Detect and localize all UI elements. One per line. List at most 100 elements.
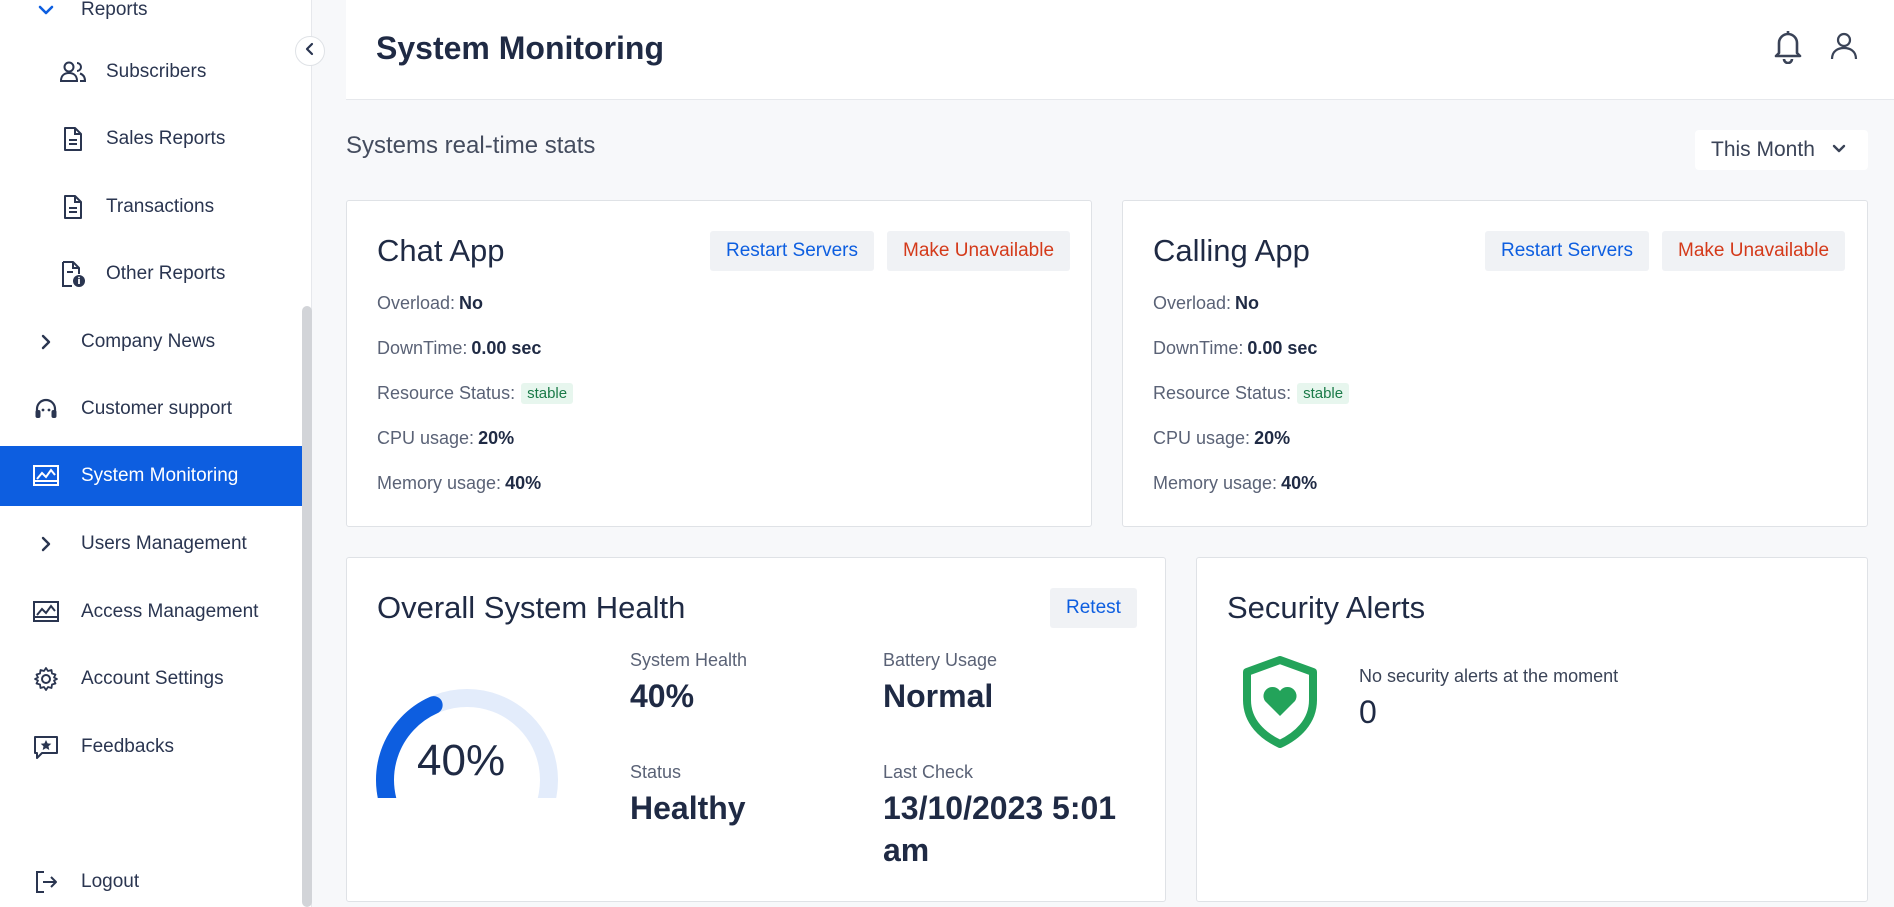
sidebar-item-label: Sales Reports [106, 128, 226, 149]
period-select-value: This Month [1711, 138, 1815, 161]
chart-monitor-icon [31, 461, 61, 491]
security-alerts-card: Security Alerts No security alerts at th… [1196, 557, 1868, 902]
resource-status-stat: Resource Status: stable [1153, 383, 1350, 404]
sidebar-collapse-button[interactable] [295, 36, 325, 66]
page-title: System Monitoring [376, 30, 665, 66]
status-badge: stable [521, 383, 574, 404]
restart-servers-button[interactable]: Restart Servers [710, 231, 874, 271]
sidebar-item-users-management[interactable]: Users Management [0, 514, 300, 574]
stat-label: DownTime: [377, 338, 468, 358]
gauge-value: 40% [417, 736, 506, 785]
document-icon [58, 192, 88, 222]
make-unavailable-button[interactable]: Make Unavailable [1662, 231, 1846, 271]
sidebar-item-reports[interactable]: Reports [0, 0, 300, 40]
stat-label: Memory usage: [1153, 473, 1278, 493]
stat-label: CPU usage: [1153, 428, 1251, 448]
stat-label: Overload: [377, 293, 456, 313]
stat-label: Overload: [1153, 293, 1232, 313]
chevron-right-icon [31, 327, 61, 357]
system-health-card: Overall System Health Retest 40% System … [346, 557, 1166, 902]
period-select[interactable]: This Month [1695, 130, 1868, 170]
resource-status-stat: Resource Status: stable [377, 383, 574, 404]
sidebar-item-transactions[interactable]: Transactions [0, 177, 300, 237]
status-label: Status [630, 762, 682, 782]
card-title: Chat App [377, 233, 505, 268]
sidebar-item-company-news[interactable]: Company News [0, 312, 300, 372]
battery-usage-value: Normal [883, 678, 994, 714]
shield-heart-icon [1243, 656, 1317, 753]
last-check-label: Last Check [883, 762, 974, 782]
sidebar-item-system-monitoring[interactable]: System Monitoring [0, 446, 303, 506]
users-icon [58, 57, 88, 87]
sidebar-item-label: Reports [81, 0, 148, 20]
stat-label: Memory usage: [377, 473, 502, 493]
sidebar-item-label: Logout [81, 871, 140, 892]
user-icon[interactable] [1826, 28, 1862, 64]
sidebar-item-label: Account Settings [81, 668, 224, 689]
calling-app-card: Calling App Restart Servers Make Unavail… [1122, 200, 1868, 527]
stat-value: 0.00 sec [471, 338, 542, 358]
chevron-down-icon [31, 0, 61, 25]
downtime-stat: DownTime: 0.00 sec [1153, 338, 1317, 359]
card-title: Calling App [1153, 233, 1310, 268]
cpu-usage-stat: CPU usage: 20% [1153, 428, 1290, 449]
card-title: Security Alerts [1227, 590, 1426, 625]
cpu-usage-stat: CPU usage: 20% [377, 428, 514, 449]
chart-monitor-icon [31, 597, 61, 627]
stat-value: 20% [478, 428, 515, 448]
sidebar-item-access-management[interactable]: Access Management [0, 582, 300, 642]
memory-usage-stat: Memory usage: 40% [377, 473, 541, 494]
system-health-label: System Health [630, 650, 748, 670]
stat-value: No [1235, 293, 1260, 313]
chevron-right-icon [31, 529, 61, 559]
downtime-stat: DownTime: 0.00 sec [377, 338, 541, 359]
card-title: Overall System Health [377, 590, 686, 625]
chevron-down-icon [1830, 140, 1848, 164]
gear-icon [31, 664, 61, 694]
headset-icon [31, 394, 61, 424]
stat-value: 20% [1254, 428, 1291, 448]
stat-value: No [459, 293, 484, 313]
stat-label: DownTime: [1153, 338, 1244, 358]
memory-usage-stat: Memory usage: 40% [1153, 473, 1317, 494]
battery-usage-label: Battery Usage [883, 650, 998, 670]
sidebar-item-feedbacks[interactable]: Feedbacks [0, 717, 300, 777]
sidebar-item-subscribers[interactable]: Subscribers [0, 42, 300, 102]
stat-label: Resource Status: [377, 383, 516, 403]
sidebar: Reports Subscribers Sales Reports Transa… [0, 0, 312, 907]
document-icon [58, 124, 88, 154]
stat-value: 40% [505, 473, 542, 493]
overload-stat: Overload: No [377, 293, 483, 314]
logout-icon [31, 867, 61, 897]
status-badge: stable [1297, 383, 1350, 404]
security-alert-count: 0 [1359, 694, 1377, 730]
sidebar-scrollbar[interactable] [302, 306, 312, 907]
sidebar-item-logout[interactable]: Logout [0, 852, 300, 907]
make-unavailable-button[interactable]: Make Unavailable [887, 231, 1071, 271]
overload-stat: Overload: No [1153, 293, 1259, 314]
sidebar-item-label: Users Management [81, 533, 247, 554]
sidebar-item-label: System Monitoring [81, 465, 239, 486]
security-message: No security alerts at the moment [1359, 666, 1619, 686]
sidebar-item-label: Access Management [81, 601, 259, 622]
sidebar-item-label: Other Reports [106, 263, 226, 284]
sidebar-item-account-settings[interactable]: Account Settings [0, 649, 300, 709]
sidebar-item-label: Transactions [106, 196, 215, 217]
sidebar-item-customer-support[interactable]: Customer support [0, 379, 300, 439]
stat-value: 0.00 sec [1247, 338, 1318, 358]
last-check-value-cont: am [883, 832, 930, 868]
sidebar-item-label: Feedbacks [81, 736, 174, 757]
status-value: Healthy [630, 790, 746, 826]
chevron-left-icon [303, 42, 317, 61]
chat-app-card: Chat App Restart Servers Make Unavailabl… [346, 200, 1092, 527]
system-health-value: 40% [630, 678, 695, 714]
retest-button[interactable]: Retest [1050, 588, 1137, 628]
sidebar-item-sales-reports[interactable]: Sales Reports [0, 109, 300, 169]
restart-servers-button[interactable]: Restart Servers [1485, 231, 1649, 271]
sidebar-item-other-reports[interactable]: Other Reports [0, 244, 300, 304]
bell-icon[interactable] [1770, 28, 1806, 64]
stat-value: 40% [1281, 473, 1318, 493]
document-info-icon [58, 259, 88, 289]
stat-label: Resource Status: [1153, 383, 1292, 403]
last-check-value: 13/10/2023 5:01 [883, 790, 1117, 826]
